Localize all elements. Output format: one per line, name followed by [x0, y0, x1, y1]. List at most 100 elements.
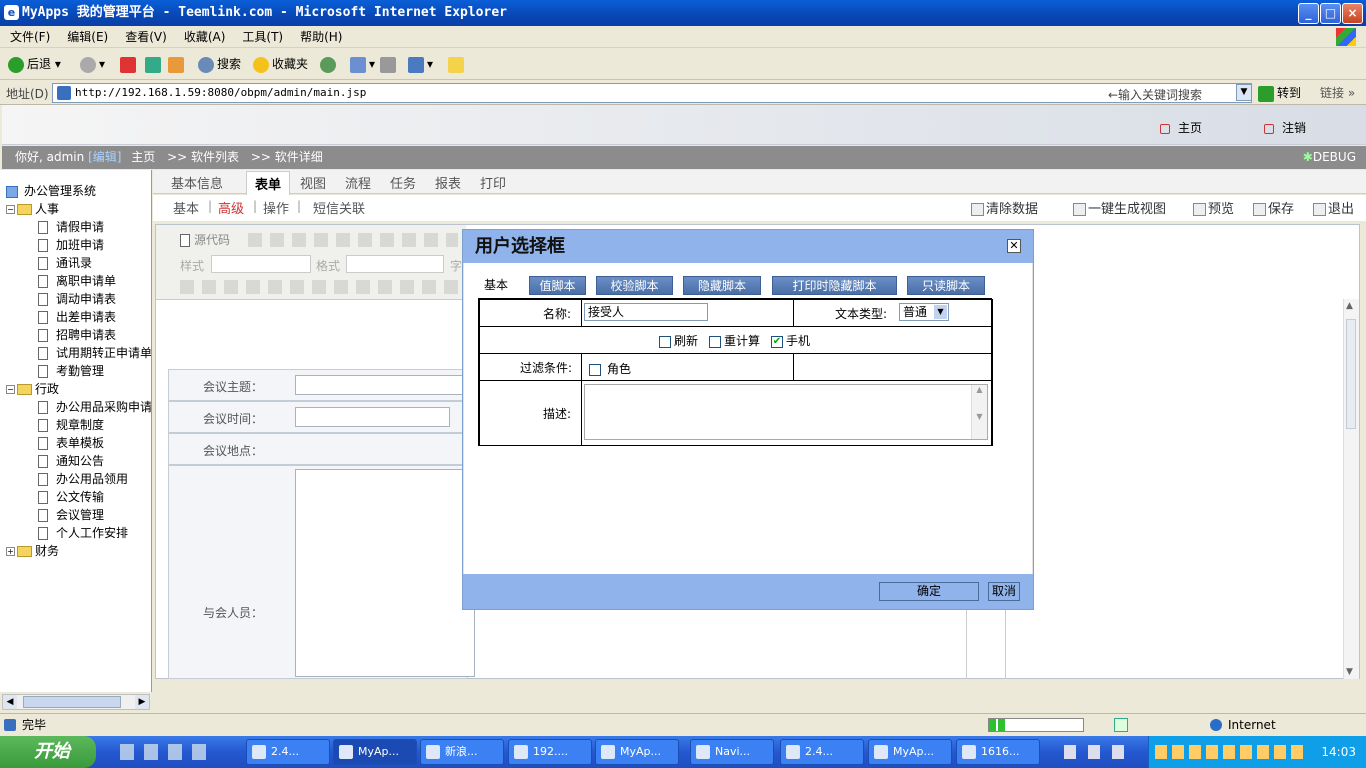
links-button[interactable]: 链接 »	[1320, 84, 1355, 101]
dialog-tab-basic[interactable]: 基本	[474, 276, 518, 295]
attendees-input[interactable]	[295, 469, 475, 677]
tree-group[interactable]: − 行政	[6, 380, 59, 398]
tree-item[interactable]: 通知公告	[38, 452, 104, 470]
taskbar-task[interactable]: Navi...	[690, 739, 774, 765]
tree-item[interactable]: 试用期转正申请单	[38, 344, 151, 362]
role-check[interactable]: 角色	[589, 360, 631, 377]
taskbar-task[interactable]: MyAp...	[595, 739, 679, 765]
refresh-button[interactable]	[145, 54, 164, 74]
tree-item[interactable]: 办公用品领用	[38, 470, 128, 488]
style-select[interactable]	[211, 255, 311, 273]
name-input[interactable]: 接受人	[584, 303, 708, 321]
tab-print[interactable]: 打印	[480, 173, 506, 192]
menu-tools[interactable]: 工具(T)	[242, 30, 283, 44]
type-select[interactable]: 普通 ▼	[899, 303, 949, 321]
tree-item[interactable]: 招聘申请表	[38, 326, 116, 344]
minimize-button[interactable]: _	[1298, 3, 1319, 24]
tree-group[interactable]: − 人事	[6, 200, 59, 218]
exit-button[interactable]: 退出	[1313, 198, 1354, 217]
subtab-advanced[interactable]: 高级	[218, 198, 244, 217]
cancel-button[interactable]: 取消	[988, 582, 1020, 601]
tray-icons[interactable]	[1155, 745, 1305, 759]
taskbar-task[interactable]: MyAp...	[333, 739, 417, 765]
home-button[interactable]	[168, 54, 187, 74]
tree-group[interactable]: + 财务	[6, 542, 59, 560]
dialog-tab-validate-script[interactable]: 校验脚本	[596, 276, 673, 295]
dialog-tab-value-script[interactable]: 值脚本	[529, 276, 586, 295]
subtab-sms[interactable]: 短信关联	[313, 198, 365, 217]
format-select[interactable]	[346, 255, 444, 273]
desc-scrollbar[interactable]: ▲ ▼	[971, 385, 987, 439]
stop-button[interactable]	[120, 54, 139, 74]
editor-vertical-scrollbar[interactable]: ▲ ▼	[1343, 299, 1359, 679]
time-input[interactable]	[295, 407, 450, 427]
recalc-check[interactable]: 重计算	[709, 332, 760, 349]
tree-root[interactable]: 办公管理系统	[6, 182, 96, 200]
close-window-button[interactable]: ×	[1342, 3, 1363, 24]
tab-view[interactable]: 视图	[300, 173, 326, 192]
tree-item[interactable]: 规章制度	[38, 416, 104, 434]
scroll-up-icon[interactable]: ▲	[1346, 301, 1353, 311]
collapse-icon[interactable]: −	[6, 205, 15, 214]
forward-button[interactable]: ▾	[80, 54, 105, 74]
role-checkbox[interactable]	[589, 363, 601, 376]
tree-item[interactable]: 出差申请表	[38, 308, 116, 326]
generate-view-button[interactable]: 一键生成视图	[1073, 198, 1166, 217]
print-button[interactable]	[380, 54, 399, 74]
save-button[interactable]: 保存	[1253, 198, 1294, 217]
tree-item[interactable]: 办公用品采购申请	[38, 398, 151, 416]
tree-item[interactable]: 公文传输	[38, 488, 104, 506]
mobile-checkbox[interactable]: ✔	[771, 335, 783, 348]
scroll-thumb[interactable]	[23, 696, 121, 708]
edit-profile-link[interactable]: [编辑]	[88, 150, 121, 164]
quick-launch-icons[interactable]	[120, 744, 210, 760]
taskbar-task[interactable]: 新浪...	[420, 739, 504, 765]
dialog-tab-hide-script[interactable]: 隐藏脚本	[683, 276, 761, 295]
edit-page-button[interactable]: ▾	[408, 54, 433, 74]
recalc-checkbox[interactable]	[709, 335, 721, 348]
taskbar-task[interactable]: MyAp...	[868, 739, 952, 765]
menu-edit[interactable]: 编辑(E)	[67, 30, 108, 44]
favorites-button[interactable]: 收藏夹	[253, 54, 308, 74]
tree-item[interactable]: 表单模板	[38, 434, 104, 452]
tab-flow[interactable]: 流程	[345, 173, 371, 192]
tree-item[interactable]: 请假申请	[38, 218, 104, 236]
dialog-tab-readonly-script[interactable]: 只读脚本	[907, 276, 985, 295]
dialog-tab-print-hide-script[interactable]: 打印时隐藏脚本	[772, 276, 897, 295]
back-button[interactable]: 后退 ▾	[8, 54, 61, 74]
tree-item[interactable]: 通讯录	[38, 254, 92, 272]
crumb-software-list[interactable]: >> 软件列表	[167, 150, 239, 164]
tree-item[interactable]: 离职申请单	[38, 272, 116, 290]
clear-data-button[interactable]: 清除数据	[971, 198, 1038, 217]
taskbar-task[interactable]: 1616...	[956, 739, 1040, 765]
menu-help[interactable]: 帮助(H)	[300, 30, 342, 44]
dialog-close-icon[interactable]: ✕	[1007, 239, 1021, 253]
subtab-basic[interactable]: 基本	[173, 198, 199, 217]
taskbar-task[interactable]: 2.4...	[246, 739, 330, 765]
history-button[interactable]	[320, 54, 339, 74]
scroll-down-icon[interactable]: ▼	[1346, 667, 1353, 677]
editor-scroll-thumb[interactable]	[1346, 319, 1356, 429]
ok-button[interactable]: 确定	[879, 582, 979, 601]
messenger-button[interactable]	[448, 54, 467, 74]
go-button[interactable]: 转到	[1258, 84, 1301, 102]
address-input[interactable]: http://192.168.1.59:8080/obpm/admin/main…	[52, 83, 1252, 103]
tree-item[interactable]: 会议管理	[38, 506, 104, 524]
scroll-right-icon[interactable]: ▶	[135, 695, 149, 709]
home-link[interactable]: 主页	[1160, 119, 1202, 136]
tab-form[interactable]: 表单	[246, 171, 291, 195]
refresh-check[interactable]: 刷新	[659, 332, 698, 349]
subtab-operation[interactable]: 操作	[263, 198, 289, 217]
tree-item[interactable]: 调动申请表	[38, 290, 116, 308]
tree-item[interactable]: 加班申请	[38, 236, 104, 254]
subject-input[interactable]	[295, 375, 475, 395]
scroll-left-icon[interactable]: ◀	[3, 695, 17, 709]
maximize-button[interactable]: □	[1320, 3, 1341, 24]
tab-task[interactable]: 任务	[390, 173, 416, 192]
taskbar-task[interactable]: 192....	[508, 739, 592, 765]
debug-link[interactable]: ✱DEBUG	[1303, 146, 1356, 169]
tab-report[interactable]: 报表	[435, 173, 461, 192]
tab-basic-info[interactable]: 基本信息	[171, 173, 223, 192]
mail-button[interactable]: ▾	[350, 54, 375, 74]
tree-item[interactable]: 个人工作安排	[38, 524, 128, 542]
